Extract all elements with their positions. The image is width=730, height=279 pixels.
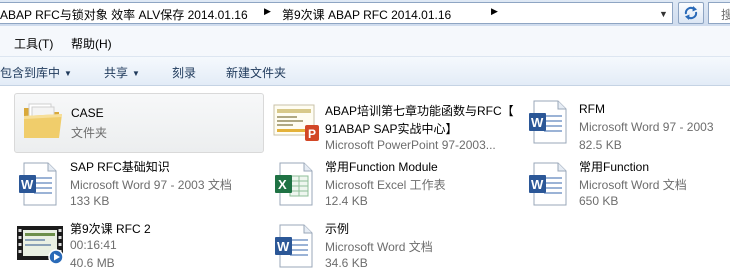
svg-text:X: X xyxy=(278,177,287,192)
file-name-line2: 91ABAP SAP实战中心】 xyxy=(325,122,458,136)
file-name: 示例 xyxy=(325,222,350,236)
video-icon xyxy=(17,226,64,265)
file-type: 文件夹 xyxy=(71,126,108,140)
include-in-library-label: 包含到库中 xyxy=(0,66,61,80)
file-item-sap-rfc-basics[interactable]: W SAP RFC基础知识 Microsoft Word 97 - 2003 文… xyxy=(14,155,262,213)
powerpoint-icon: P xyxy=(273,104,319,141)
breadcrumb-separator-icon[interactable]: ▶ xyxy=(264,6,271,17)
search-placeholder: 搜 xyxy=(721,8,730,22)
address-bar[interactable]: ABAP RFC与锁对象 效率 ALV保存 2014.01.16 ▶ 第9次课 … xyxy=(0,2,673,24)
file-item-case[interactable]: CASE 文件夹 xyxy=(14,93,264,153)
address-history-dropdown-icon[interactable]: ▼ xyxy=(657,6,670,22)
excel-icon: X xyxy=(275,162,313,206)
menu-help[interactable]: 帮助(H) xyxy=(71,35,112,52)
search-input[interactable]: 搜 xyxy=(708,2,730,24)
svg-text:W: W xyxy=(277,239,290,254)
breadcrumb-separator-icon[interactable]: ▶ xyxy=(491,6,498,17)
refresh-icon xyxy=(684,6,698,20)
file-name: 第9次课 RFC 2 xyxy=(70,222,151,236)
file-item-example[interactable]: W 示例 Microsoft Word 文档 34.6 KB xyxy=(270,217,518,275)
file-name: ABAP培训第七章功能函数与RFC【 xyxy=(325,104,514,118)
file-name: CASE xyxy=(71,106,104,120)
share-button[interactable]: 共享 ▼ xyxy=(104,64,140,81)
file-size: 82.5 KB xyxy=(579,138,622,152)
file-size: 650 KB xyxy=(579,194,619,208)
file-name: 常用Function xyxy=(579,160,650,174)
file-item-function-module-xls[interactable]: X 常用Function Module Microsoft Excel 工作表 … xyxy=(270,155,518,213)
file-type: Microsoft Excel 工作表 xyxy=(325,178,446,192)
svg-text:P: P xyxy=(308,127,316,141)
folder-icon xyxy=(24,103,62,138)
file-name: 常用Function Module xyxy=(325,160,438,174)
file-item-common-function[interactable]: W 常用Function Microsoft Word 文档 650 KB xyxy=(524,155,730,213)
file-item-abap-training-ppt[interactable]: P ABAP培训第七章功能函数与RFC【 91ABAP SAP实战中心】 Mic… xyxy=(270,93,518,152)
file-item-rfm[interactable]: W RFM Microsoft Word 97 - 2003 82.5 KB xyxy=(524,93,730,152)
chevron-down-icon: ▼ xyxy=(132,69,140,78)
burn-button[interactable]: 刻录 xyxy=(172,64,196,81)
refresh-button[interactable] xyxy=(678,2,704,24)
menu-bar: 工具(T) 帮助(H) xyxy=(0,26,730,57)
chevron-down-icon: ▼ xyxy=(64,69,72,78)
file-name: SAP RFC基础知识 xyxy=(70,160,170,174)
svg-text:W: W xyxy=(531,177,544,192)
svg-text:W: W xyxy=(531,115,544,130)
word-icon: W xyxy=(19,162,57,206)
svg-text:W: W xyxy=(21,177,34,192)
file-size: 40.6 MB xyxy=(70,256,115,270)
share-label: 共享 xyxy=(104,66,129,80)
file-type: Microsoft Word 97 - 2003 文档 xyxy=(70,178,232,192)
file-size: 12.4 KB xyxy=(325,194,368,208)
file-name: RFM xyxy=(579,102,605,116)
burn-label: 刻录 xyxy=(172,66,197,80)
new-folder-button[interactable]: 新建文件夹 xyxy=(226,64,286,81)
command-bar: 包含到库中 ▼ 共享 ▼ 刻录 新建文件夹 xyxy=(0,57,730,86)
file-list: CASE 文件夹 P ABAP培训第七章功能函数与RFC【 91ABAP SAP… xyxy=(0,86,730,279)
file-item-lesson-video[interactable]: 第9次课 RFC 2 00:16:41 40.6 MB xyxy=(14,217,262,275)
word-icon: W xyxy=(529,100,567,144)
file-size: 34.6 KB xyxy=(325,256,368,270)
include-in-library-button[interactable]: 包含到库中 ▼ xyxy=(0,64,72,81)
word-icon: W xyxy=(275,224,313,268)
new-folder-label: 新建文件夹 xyxy=(226,66,287,80)
file-size: 133 KB xyxy=(70,194,110,208)
breadcrumb-current[interactable]: 第9次课 ABAP RFC 2014.01.16 xyxy=(282,6,451,23)
address-bar-row: ABAP RFC与锁对象 效率 ALV保存 2014.01.16 ▶ 第9次课 … xyxy=(0,0,730,26)
breadcrumb-parent[interactable]: ABAP RFC与锁对象 效率 ALV保存 2014.01.16 xyxy=(0,6,248,23)
file-type: Microsoft Word 97 - 2003 xyxy=(579,120,714,134)
menu-tools[interactable]: 工具(T) xyxy=(14,35,53,52)
file-duration: 00:16:41 xyxy=(70,238,117,252)
file-type: Microsoft Word 文档 xyxy=(325,240,433,254)
file-type: Microsoft Word 文档 xyxy=(579,178,687,192)
word-icon: W xyxy=(529,162,567,206)
file-type: Microsoft PowerPoint 97-2003... xyxy=(325,138,496,152)
